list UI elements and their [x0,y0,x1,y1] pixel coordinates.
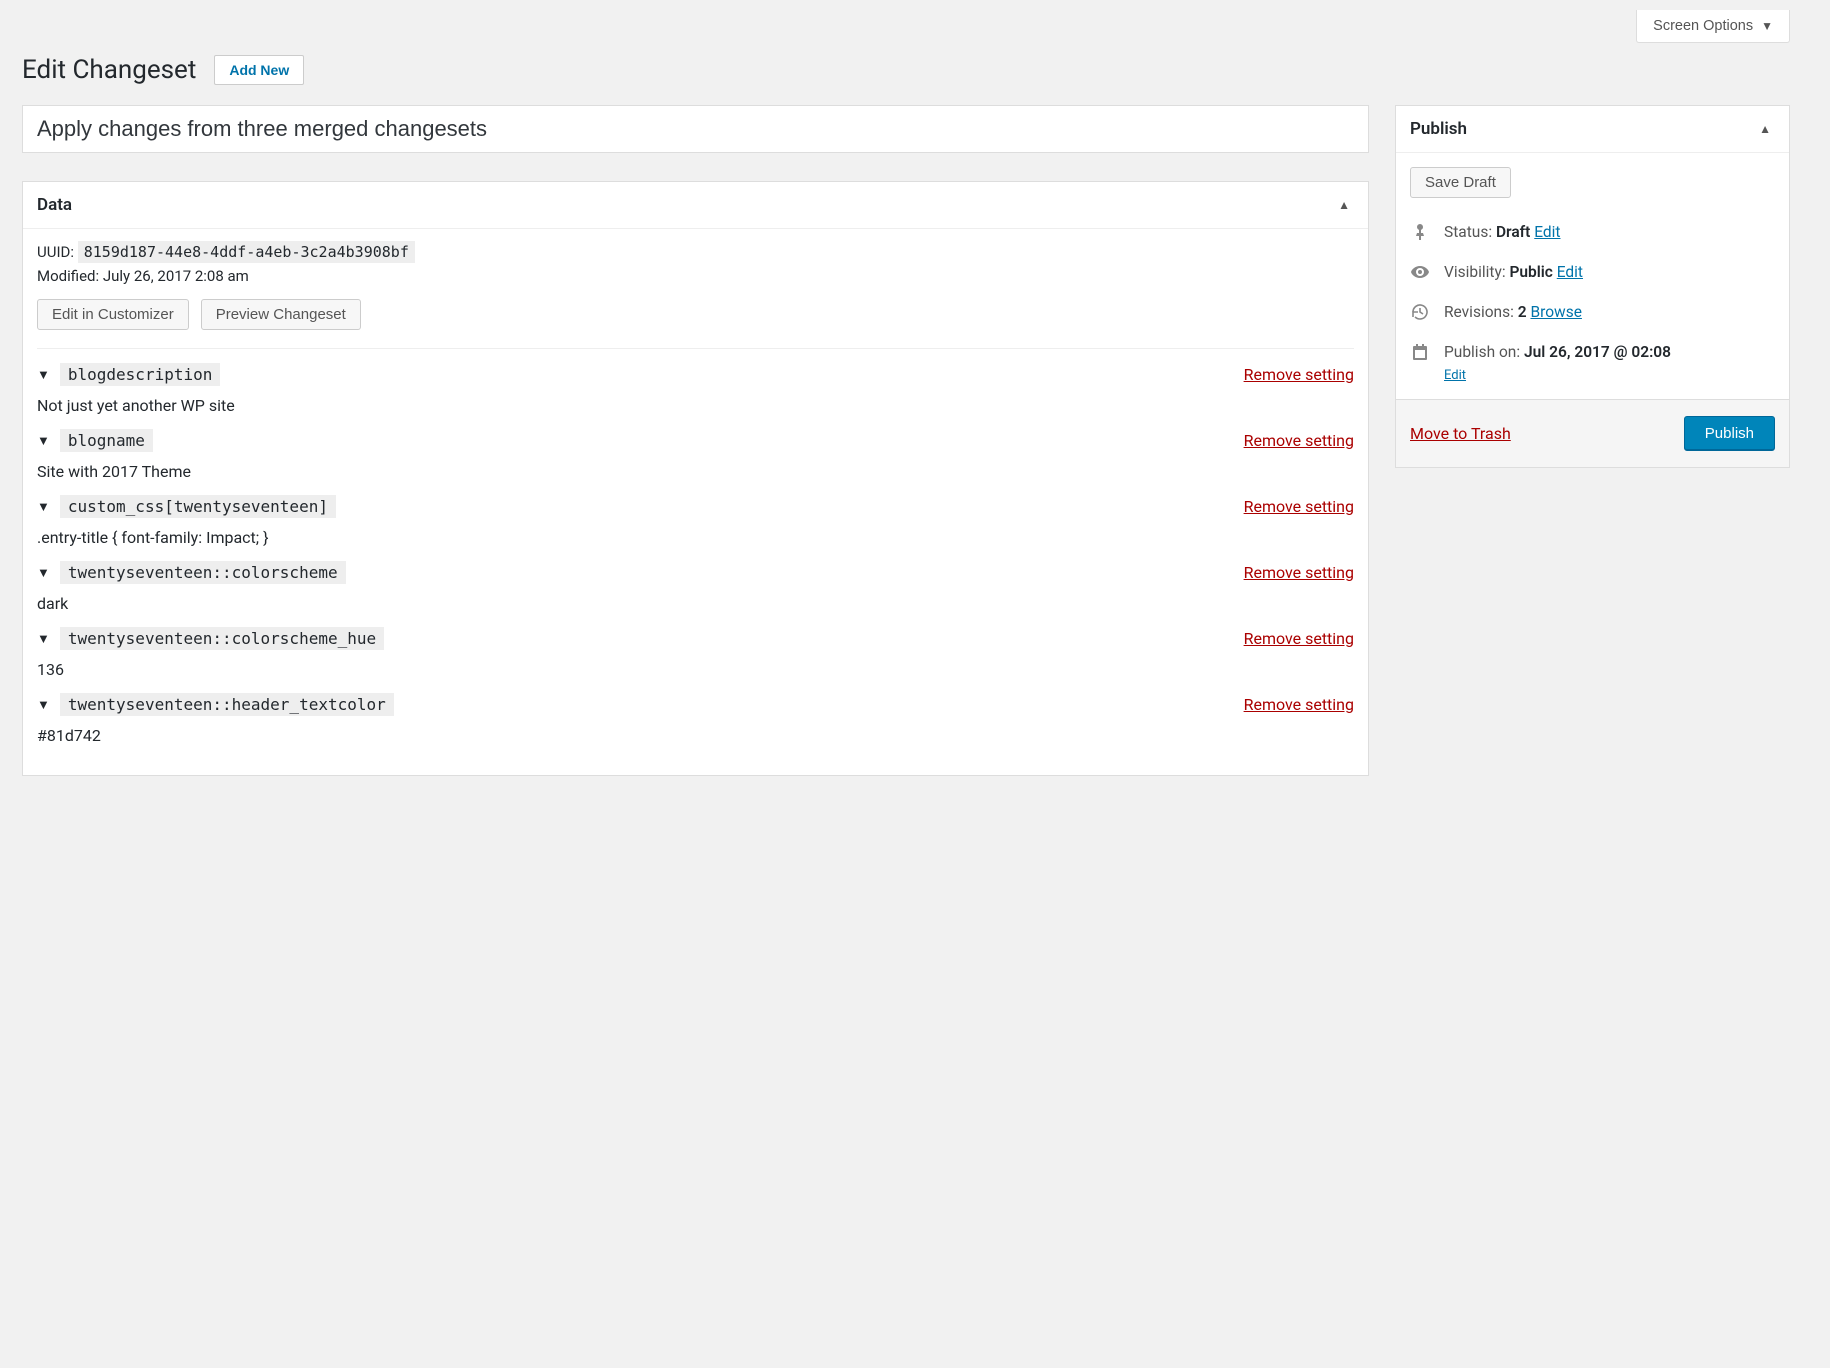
setting-item: ▼ twentyseventeen::header_textcolor Remove… [37,693,1354,745]
data-heading: Data [37,195,72,215]
save-draft-button[interactable]: Save Draft [1410,167,1511,198]
collapse-toggle-icon[interactable]: ▼ [37,631,50,647]
setting-key: twentyseventeen::colorscheme [60,561,346,584]
screen-options-button[interactable]: Screen Options ▼ [1636,10,1790,43]
edit-publish-date-link[interactable]: Edit [1444,368,1466,383]
uuid-label: UUID: [37,243,74,261]
modified-value: July 26, 2017 2:08 am [103,267,249,285]
setting-value: dark [37,594,1354,613]
collapse-toggle-icon[interactable]: ▼ [37,367,50,383]
page-title: Edit Changeset [22,55,196,85]
collapse-toggle-icon[interactable]: ▲ [1755,118,1775,140]
status-label: Status: [1444,223,1492,241]
calendar-icon [1410,342,1430,362]
remove-setting-link[interactable]: Remove setting [1244,695,1354,714]
status-value: Draft [1496,223,1530,241]
setting-item: ▼ custom_css[twentyseventeen] Remove setti… [37,495,1354,547]
browse-revisions-link[interactable]: Browse [1530,303,1581,321]
publish-on-value: Jul 26, 2017 @ 02:08 [1524,343,1671,361]
setting-key: blogname [60,429,153,452]
remove-setting-link[interactable]: Remove setting [1244,497,1354,516]
screen-options-label: Screen Options [1653,18,1753,34]
setting-key: blogdescription [60,363,221,386]
publish-on-label: Publish on: [1444,343,1520,361]
setting-item: ▼ twentyseventeen::colorscheme_hue Remove … [37,627,1354,679]
setting-key: twentyseventeen::colorscheme_hue [60,627,384,650]
move-to-trash-link[interactable]: Move to Trash [1410,424,1511,443]
publish-metabox: Publish ▲ Save Draft Status: Draft [1395,105,1790,468]
setting-item: ▼ twentyseventeen::colorscheme Remove sett… [37,561,1354,613]
setting-value: .entry-title { font-family: Impact; } [37,528,1354,547]
preview-changeset-button[interactable]: Preview Changeset [201,299,361,330]
edit-in-customizer-button[interactable]: Edit in Customizer [37,299,189,330]
collapse-toggle-icon[interactable]: ▼ [37,433,50,449]
modified-label: Modified: [37,267,99,285]
setting-value: 136 [37,660,1354,679]
collapse-toggle-icon[interactable]: ▼ [37,697,50,713]
setting-item: ▼ blogname Remove setting Site with 2017 Th… [37,429,1354,481]
setting-item: ▼ blogdescription Remove setting Not just y… [37,363,1354,415]
remove-setting-link[interactable]: Remove setting [1244,563,1354,582]
collapse-toggle-icon[interactable]: ▼ [37,565,50,581]
eye-icon [1410,262,1430,282]
collapse-toggle-icon[interactable]: ▼ [37,499,50,515]
setting-value: Not just yet another WP site [37,396,1354,415]
visibility-value: Public [1509,263,1552,281]
edit-visibility-link[interactable]: Edit [1557,263,1583,281]
add-new-button[interactable]: Add New [214,55,304,85]
remove-setting-link[interactable]: Remove setting [1244,365,1354,384]
data-metabox: Data ▲ UUID: 8159d187-44e8-4ddf-a4eb-3c2… [22,181,1369,776]
setting-value: Site with 2017 Theme [37,462,1354,481]
setting-key: twentyseventeen::header_textcolor [60,693,394,716]
history-icon [1410,302,1430,322]
edit-status-link[interactable]: Edit [1534,223,1560,241]
collapse-toggle-icon[interactable]: ▲ [1334,194,1354,216]
revisions-count: 2 [1518,303,1527,321]
title-input[interactable] [22,105,1369,153]
pin-icon [1410,222,1430,242]
chevron-down-icon: ▼ [1761,19,1773,33]
publish-button[interactable]: Publish [1684,416,1775,451]
uuid-value: 8159d187-44e8-4ddf-a4eb-3c2a4b3908bf [78,241,415,263]
revisions-label: Revisions: [1444,303,1514,321]
setting-value: #81d742 [37,726,1354,745]
publish-heading: Publish [1410,119,1467,139]
visibility-label: Visibility: [1444,263,1506,281]
remove-setting-link[interactable]: Remove setting [1244,629,1354,648]
divider [37,348,1354,349]
setting-key: custom_css[twentyseventeen] [60,495,336,518]
remove-setting-link[interactable]: Remove setting [1244,431,1354,450]
